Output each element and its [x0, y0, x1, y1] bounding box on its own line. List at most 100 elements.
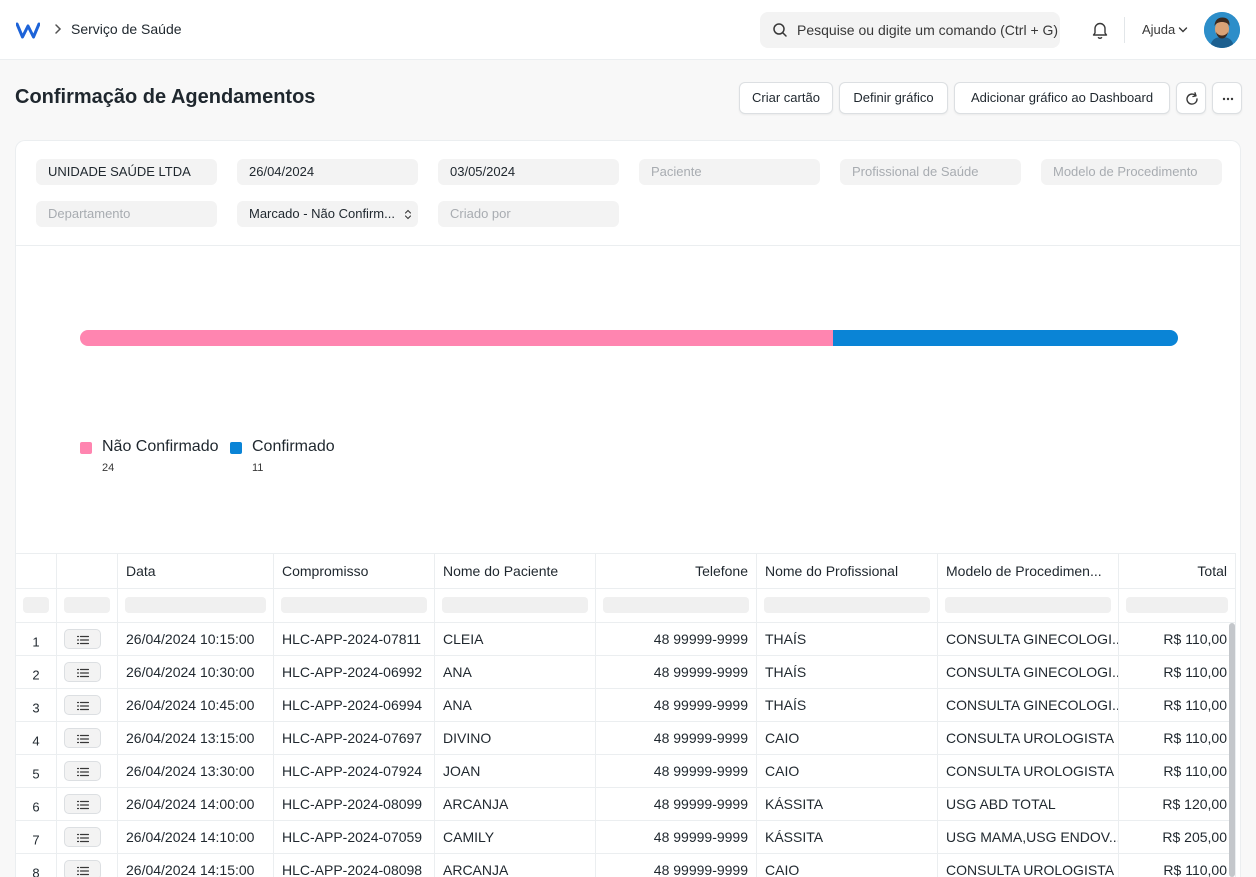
bell-icon[interactable]	[1091, 20, 1109, 40]
row-action-cell[interactable]	[57, 623, 118, 655]
open-row-button[interactable]	[64, 860, 101, 877]
table-row[interactable]: 6 26/04/2024 14:00:00 HLC-APP-2024-08099 AR…	[16, 788, 1236, 821]
open-row-button[interactable]	[64, 827, 101, 847]
table-scrollbar[interactable]	[1229, 623, 1235, 877]
cell-appointment[interactable]: HLC-APP-2024-07924	[274, 755, 435, 787]
cell-appointment[interactable]: HLC-APP-2024-06994	[274, 689, 435, 721]
cell-total[interactable]: R$ 110,00	[1119, 623, 1236, 655]
header-cell-practitioner[interactable]: Nome do Profissional	[757, 554, 938, 588]
table-row[interactable]: 5 26/04/2024 13:30:00 HLC-APP-2024-07924 JO…	[16, 755, 1236, 788]
cell-appointment[interactable]: HLC-APP-2024-07697	[274, 722, 435, 754]
patient-filter[interactable]: Paciente	[639, 159, 820, 185]
cell-practitioner[interactable]: CAIO	[757, 755, 938, 787]
cell-appointment[interactable]: HLC-APP-2024-08098	[274, 854, 435, 877]
cell-patient-name[interactable]: JOAN	[435, 755, 596, 787]
table-row[interactable]: 8 26/04/2024 14:15:00 HLC-APP-2024-08098 AR…	[16, 854, 1236, 877]
cell-practitioner[interactable]: CAIO	[757, 722, 938, 754]
row-number-cell[interactable]: 1	[16, 623, 57, 655]
row-number-cell[interactable]: 8	[16, 854, 57, 877]
cell-practitioner[interactable]: KÁSSITA	[757, 788, 938, 820]
search-bar[interactable]: Pesquise ou digite um comando (Ctrl + G)	[760, 12, 1060, 48]
cell-date[interactable]: 26/04/2024 14:00:00	[118, 788, 274, 820]
table-row[interactable]: 3 26/04/2024 10:45:00 HLC-APP-2024-06994 AN…	[16, 689, 1236, 722]
filter-cell[interactable]	[596, 589, 757, 622]
bar-segment-not-confirmed[interactable]	[80, 330, 833, 346]
cell-phone[interactable]: 48 99999-9999	[596, 689, 757, 721]
from-date-filter[interactable]: 26/04/2024	[237, 159, 418, 185]
cell-phone[interactable]: 48 99999-9999	[596, 788, 757, 820]
breadcrumb-link[interactable]: Serviço de Saúde	[71, 21, 182, 37]
practitioner-filter[interactable]: Profissional de Saúde	[840, 159, 1021, 185]
status-select[interactable]: Marcado - Não Confirm...	[237, 201, 418, 227]
open-row-button[interactable]	[64, 662, 101, 682]
row-action-cell[interactable]	[57, 722, 118, 754]
help-dropdown[interactable]: Ajuda	[1142, 22, 1175, 37]
company-filter[interactable]: UNIDADE SAÚDE LTDA	[36, 159, 217, 185]
row-number-cell[interactable]: 6	[16, 788, 57, 820]
to-date-filter[interactable]: 03/05/2024	[438, 159, 619, 185]
cell-procedure[interactable]: CONSULTA UROLOGISTA	[938, 755, 1119, 787]
header-cell-patient-name[interactable]: Nome do Paciente	[435, 554, 596, 588]
filter-cell[interactable]	[118, 589, 274, 622]
cell-date[interactable]: 26/04/2024 10:30:00	[118, 656, 274, 688]
cell-total[interactable]: R$ 110,00	[1119, 755, 1236, 787]
cell-total[interactable]: R$ 110,00	[1119, 854, 1236, 877]
created-by-filter[interactable]: Criado por	[438, 201, 619, 227]
row-action-cell[interactable]	[57, 656, 118, 688]
open-row-button[interactable]	[64, 794, 101, 814]
cell-phone[interactable]: 48 99999-9999	[596, 722, 757, 754]
cell-practitioner[interactable]: THAÍS	[757, 623, 938, 655]
row-number-cell[interactable]: 2	[16, 656, 57, 688]
cell-phone[interactable]: 48 99999-9999	[596, 623, 757, 655]
row-action-cell[interactable]	[57, 689, 118, 721]
filter-cell[interactable]	[274, 589, 435, 622]
cell-practitioner[interactable]: THAÍS	[757, 656, 938, 688]
cell-date[interactable]: 26/04/2024 14:15:00	[118, 854, 274, 877]
cell-patient-name[interactable]: CLEIA	[435, 623, 596, 655]
cell-practitioner[interactable]: THAÍS	[757, 689, 938, 721]
header-cell-appointment[interactable]: Compromisso	[274, 554, 435, 588]
column-filter-input[interactable]	[442, 597, 588, 613]
cell-procedure[interactable]: CONSULTA UROLOGISTA	[938, 722, 1119, 754]
create-card-button[interactable]: Criar cartão	[739, 82, 833, 114]
cell-total[interactable]: R$ 110,00	[1119, 722, 1236, 754]
cell-patient-name[interactable]: ANA	[435, 656, 596, 688]
cell-phone[interactable]: 48 99999-9999	[596, 854, 757, 877]
header-cell-procedure[interactable]: Modelo de Procedimen...	[938, 554, 1119, 588]
cell-practitioner[interactable]: CAIO	[757, 854, 938, 877]
cell-procedure[interactable]: CONSULTA UROLOGISTA	[938, 854, 1119, 877]
more-options-button[interactable]	[1212, 82, 1242, 114]
app-logo[interactable]	[16, 20, 40, 40]
column-filter-input[interactable]	[125, 597, 266, 613]
header-cell-date[interactable]: Data	[118, 554, 274, 588]
department-filter[interactable]: Departamento	[36, 201, 217, 227]
cell-patient-name[interactable]: CAMILY	[435, 821, 596, 853]
column-filter-input[interactable]	[603, 597, 749, 613]
cell-patient-name[interactable]: ANA	[435, 689, 596, 721]
column-filter-input[interactable]	[764, 597, 930, 613]
cell-procedure[interactable]: USG MAMA,USG ENDOV...	[938, 821, 1119, 853]
cell-date[interactable]: 26/04/2024 14:10:00	[118, 821, 274, 853]
cell-patient-name[interactable]: ARCANJA	[435, 788, 596, 820]
cell-patient-name[interactable]: ARCANJA	[435, 854, 596, 877]
cell-date[interactable]: 26/04/2024 10:45:00	[118, 689, 274, 721]
header-cell-total[interactable]: Total	[1119, 554, 1236, 588]
chevron-down-icon[interactable]	[1178, 26, 1188, 34]
bar-segment-confirmed[interactable]	[832, 330, 1178, 346]
column-filter-input[interactable]	[64, 597, 110, 613]
open-row-button[interactable]	[64, 629, 101, 649]
filter-cell[interactable]	[938, 589, 1119, 622]
set-chart-button[interactable]: Definir gráfico	[839, 82, 948, 114]
row-action-cell[interactable]	[57, 854, 118, 877]
cell-appointment[interactable]: HLC-APP-2024-06992	[274, 656, 435, 688]
refresh-button[interactable]	[1176, 82, 1206, 114]
table-row[interactable]: 2 26/04/2024 10:30:00 HLC-APP-2024-06992 AN…	[16, 656, 1236, 689]
cell-phone[interactable]: 48 99999-9999	[596, 821, 757, 853]
cell-procedure[interactable]: USG ABD TOTAL	[938, 788, 1119, 820]
procedure-template-filter[interactable]: Modelo de Procedimento	[1041, 159, 1222, 185]
search-input[interactable]: Pesquise ou digite um comando (Ctrl + G)	[797, 22, 1058, 38]
cell-phone[interactable]: 48 99999-9999	[596, 755, 757, 787]
cell-date[interactable]: 26/04/2024 10:15:00	[118, 623, 274, 655]
table-row[interactable]: 1 26/04/2024 10:15:00 HLC-APP-2024-07811 CL…	[16, 623, 1236, 656]
cell-patient-name[interactable]: DIVINO	[435, 722, 596, 754]
